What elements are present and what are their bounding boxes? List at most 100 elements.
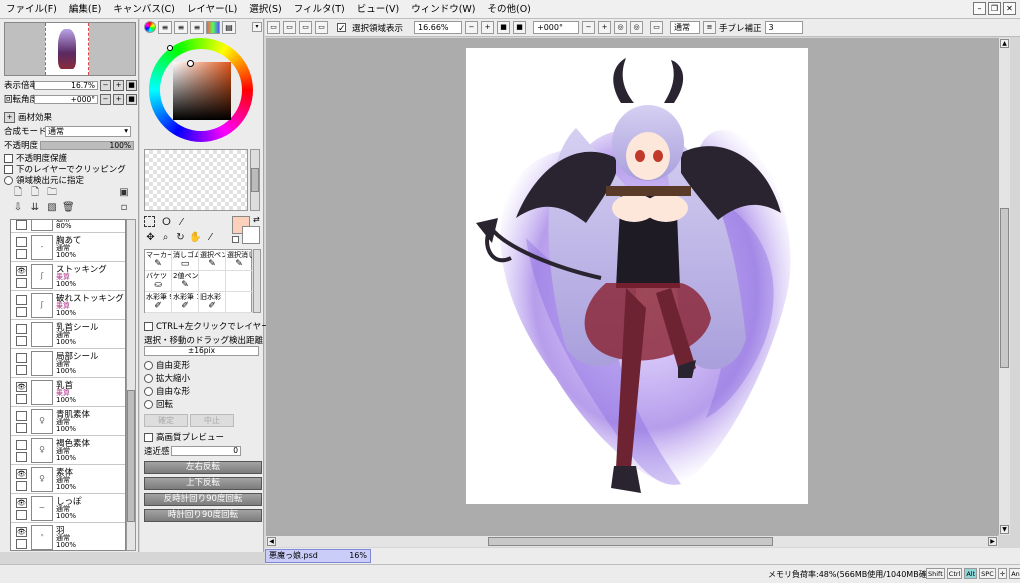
- menu-file[interactable]: ファイル(F): [0, 0, 63, 19]
- color-picker-marker[interactable]: [187, 60, 194, 67]
- menu-layer[interactable]: レイヤー(L): [181, 0, 243, 19]
- lock-checkbox[interactable]: [16, 510, 27, 520]
- canvas-area[interactable]: [266, 38, 998, 535]
- scroll-down-icon[interactable]: ▼: [1000, 525, 1009, 534]
- eye-icon[interactable]: 👁: [16, 498, 27, 508]
- brush-slot[interactable]: 水彩筆 10版✐: [172, 292, 199, 313]
- protect-opacity-checkbox[interactable]: [4, 153, 13, 163]
- scroll-right-icon[interactable]: ▶: [988, 537, 997, 546]
- rotate-radio[interactable]: [144, 399, 153, 409]
- drag-distance-slider[interactable]: ±16pix: [144, 346, 259, 356]
- hand-icon[interactable]: ✋: [189, 231, 202, 244]
- expand-icon[interactable]: +: [4, 111, 15, 123]
- deselect-icon[interactable]: ▭: [267, 21, 280, 34]
- hue-marker[interactable]: [167, 45, 173, 51]
- eye-icon[interactable]: 👁: [16, 266, 27, 276]
- brush-slot[interactable]: マーカー ✎: [145, 250, 172, 271]
- toolbar-rotate-reset-icon[interactable]: ◎: [614, 21, 628, 34]
- rotate-ccw-button[interactable]: 反時計回り90度回転: [144, 493, 262, 506]
- hq-preview-checkbox[interactable]: [144, 432, 153, 442]
- toolbar-mode-select[interactable]: 通常: [670, 21, 701, 34]
- menu-canvas[interactable]: キャンバス(C): [107, 0, 181, 19]
- layer-mask-icon[interactable]: ▣: [118, 187, 130, 199]
- toolbar-zoom-out-icon[interactable]: −: [465, 21, 479, 34]
- zoom-reset-icon[interactable]: ■: [126, 79, 137, 91]
- layer-row[interactable]: 👁 乳首 乗算 100%: [11, 378, 125, 407]
- transparent-color-icon[interactable]: [232, 236, 239, 243]
- magic-wand-icon[interactable]: ⁄: [175, 216, 188, 229]
- layer-row[interactable]: 通常 80%: [11, 220, 125, 233]
- lock-checkbox[interactable]: [16, 336, 27, 346]
- scroll-up-icon[interactable]: ▲: [1000, 39, 1009, 48]
- clear-layer-icon[interactable]: ▧: [46, 202, 58, 214]
- menu-window[interactable]: ウィンドウ(W): [405, 0, 481, 19]
- free-shape-radio[interactable]: [144, 386, 153, 396]
- layer-row[interactable]: 乳首シール 通常 100%: [11, 320, 125, 349]
- zoom-slider[interactable]: 16.7%: [34, 80, 98, 90]
- lock-checkbox[interactable]: [16, 452, 27, 462]
- lock-checkbox[interactable]: [16, 220, 27, 230]
- brush-slot[interactable]: バケツ ⛀: [145, 271, 172, 292]
- free-shape-row[interactable]: 自由な形: [144, 385, 190, 397]
- scratchpad-scrollbar[interactable]: [250, 149, 260, 211]
- layer-scrollbar-thumb[interactable]: [127, 390, 135, 522]
- layer-row[interactable]: ʃ 破れストッキング 乗算 100%: [11, 291, 125, 320]
- rgb-slider-tab-icon[interactable]: ≡: [158, 21, 172, 34]
- rotate-slider[interactable]: +000°: [34, 94, 98, 104]
- color-wheel[interactable]: [149, 38, 253, 142]
- toolbar-zoom-in-icon[interactable]: +: [481, 21, 495, 34]
- rotate-tool-icon[interactable]: ↻: [174, 231, 187, 244]
- cancel-button[interactable]: 中止: [190, 414, 234, 427]
- eye-icon[interactable]: 👁: [16, 469, 27, 479]
- color-wheel-tab-icon[interactable]: [144, 21, 156, 33]
- brush-slot[interactable]: 旧水彩 ✐: [199, 292, 226, 313]
- merge-down-icon[interactable]: ⇊: [29, 202, 41, 214]
- lock-checkbox[interactable]: [16, 423, 27, 433]
- toolbar-rotate-left-icon[interactable]: −: [582, 21, 596, 34]
- lock-checkbox[interactable]: [16, 481, 27, 491]
- brush-slot[interactable]: 選択ペン ✎: [199, 250, 226, 271]
- lock-checkbox[interactable]: [16, 307, 27, 317]
- rect-select-icon[interactable]: [144, 216, 155, 227]
- layer-row[interactable]: 👁 ♀ 素体 通常 100%: [11, 465, 125, 494]
- layer-property-icon[interactable]: ▫: [118, 202, 130, 214]
- show-selection-checkbox[interactable]: ✓: [337, 23, 346, 34]
- brush-slot[interactable]: 2値ペン ✎: [172, 271, 199, 292]
- layer-row[interactable]: ♀ 青肌素体 通常 100%: [11, 407, 125, 436]
- layer-row[interactable]: 👁 ʃ ストッキング 乗算 100%: [11, 262, 125, 291]
- select-all-icon[interactable]: ▭: [299, 21, 312, 34]
- saturation-value-square[interactable]: [173, 60, 231, 120]
- navigator[interactable]: [4, 22, 136, 76]
- folder-icon[interactable]: 🗀: [46, 187, 58, 199]
- scratchpad-scroll-thumb[interactable]: [251, 168, 259, 192]
- eye-icon[interactable]: [16, 440, 27, 450]
- layer-row[interactable]: 局部シール 通常 100%: [11, 349, 125, 378]
- lock-checkbox[interactable]: [16, 249, 27, 259]
- transfer-down-icon[interactable]: ⇩: [12, 202, 24, 214]
- move-icon[interactable]: ✥: [144, 231, 157, 244]
- toolbar-flip-icon[interactable]: ▭: [650, 21, 664, 34]
- hsv-slider-tab-icon[interactable]: ≡: [174, 21, 188, 34]
- blend-mode-select[interactable]: 通常 ▾: [45, 125, 131, 137]
- close-icon[interactable]: ✕: [1003, 2, 1016, 15]
- color-box-tab-icon[interactable]: ≡: [190, 21, 204, 34]
- lasso-icon[interactable]: ⵔ: [160, 216, 173, 229]
- eyedropper-icon[interactable]: ⁄: [204, 231, 217, 244]
- scale-radio[interactable]: [144, 373, 153, 383]
- brush-slot[interactable]: [199, 271, 226, 292]
- perspective-slider[interactable]: 0: [171, 446, 241, 456]
- brush-slot[interactable]: [226, 292, 253, 313]
- toolbar-zoom-box[interactable]: 16.66%: [414, 21, 463, 34]
- eye-icon[interactable]: [16, 411, 27, 421]
- ctrl-click-checkbox[interactable]: [144, 321, 153, 331]
- stabilizer-select[interactable]: 3: [764, 21, 803, 34]
- rotate-option-row[interactable]: 回転: [144, 398, 173, 410]
- eye-icon[interactable]: [16, 353, 27, 363]
- scale-row[interactable]: 拡大縮小: [144, 372, 190, 384]
- layer-row[interactable]: ♀ 褐色素体 通常 100%: [11, 436, 125, 465]
- menu-other[interactable]: その他(O): [482, 0, 537, 19]
- brush-slot[interactable]: 水彩筆 9版✐: [145, 292, 172, 313]
- rotate-cw-button[interactable]: 時計回り90度回転: [144, 509, 262, 522]
- layer-row[interactable]: 👁 ~ しっぽ 通常 100%: [11, 494, 125, 523]
- minimize-icon[interactable]: –: [973, 2, 986, 15]
